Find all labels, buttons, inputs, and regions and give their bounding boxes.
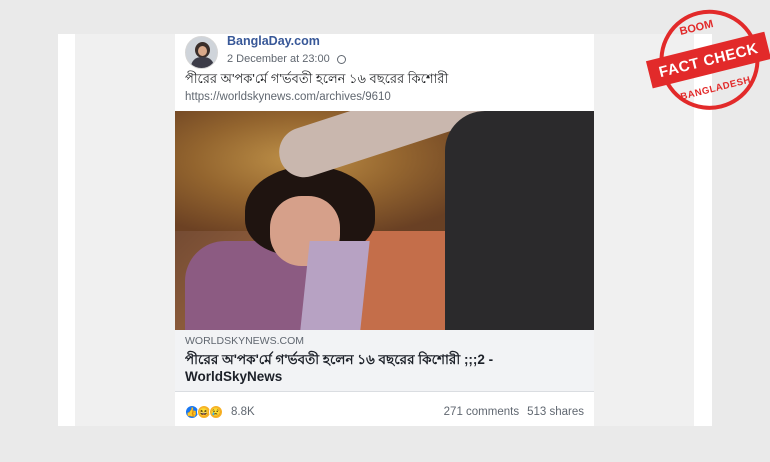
post-timestamp[interactable]: 2 December at 23:00 [227, 53, 330, 65]
link-preview-image[interactable] [175, 111, 594, 330]
reactions-summary[interactable]: 👍 😆 😢 8.8K [185, 405, 255, 419]
left-background-band [75, 34, 175, 426]
sad-reaction-icon: 😢 [209, 405, 223, 419]
post-text: পীরের অ'পক'র্মে গ'র্ভবতী হলেন ১৬ বছরের ক… [185, 71, 449, 86]
page-name[interactable]: BanglaDay.com [227, 34, 320, 48]
globe-icon [336, 54, 346, 64]
link-title[interactable]: পীরের অ'পক'র্মে গ'র্ভবতী হলেন ১৬ বছরের ক… [185, 351, 585, 385]
comments-count[interactable]: 271 comments [444, 406, 519, 418]
post-url[interactable]: https://worldskynews.com/archives/9610 [185, 91, 391, 103]
link-preview-caption[interactable]: WORLDSKYNEWS.COM পীরের অ'পক'র্মে গ'র্ভবত… [175, 330, 594, 392]
link-domain: WORLDSKYNEWS.COM [185, 335, 305, 347]
facebook-post: BanglaDay.com 2 December at 23:00 পীরের … [175, 34, 594, 426]
page-avatar[interactable] [185, 36, 218, 69]
shares-count[interactable]: 513 shares [527, 406, 584, 418]
post-stats: 271 comments 513 shares [444, 406, 584, 418]
reaction-count: 8.8K [231, 406, 255, 418]
post-meta: 2 December at 23:00 [227, 53, 346, 65]
